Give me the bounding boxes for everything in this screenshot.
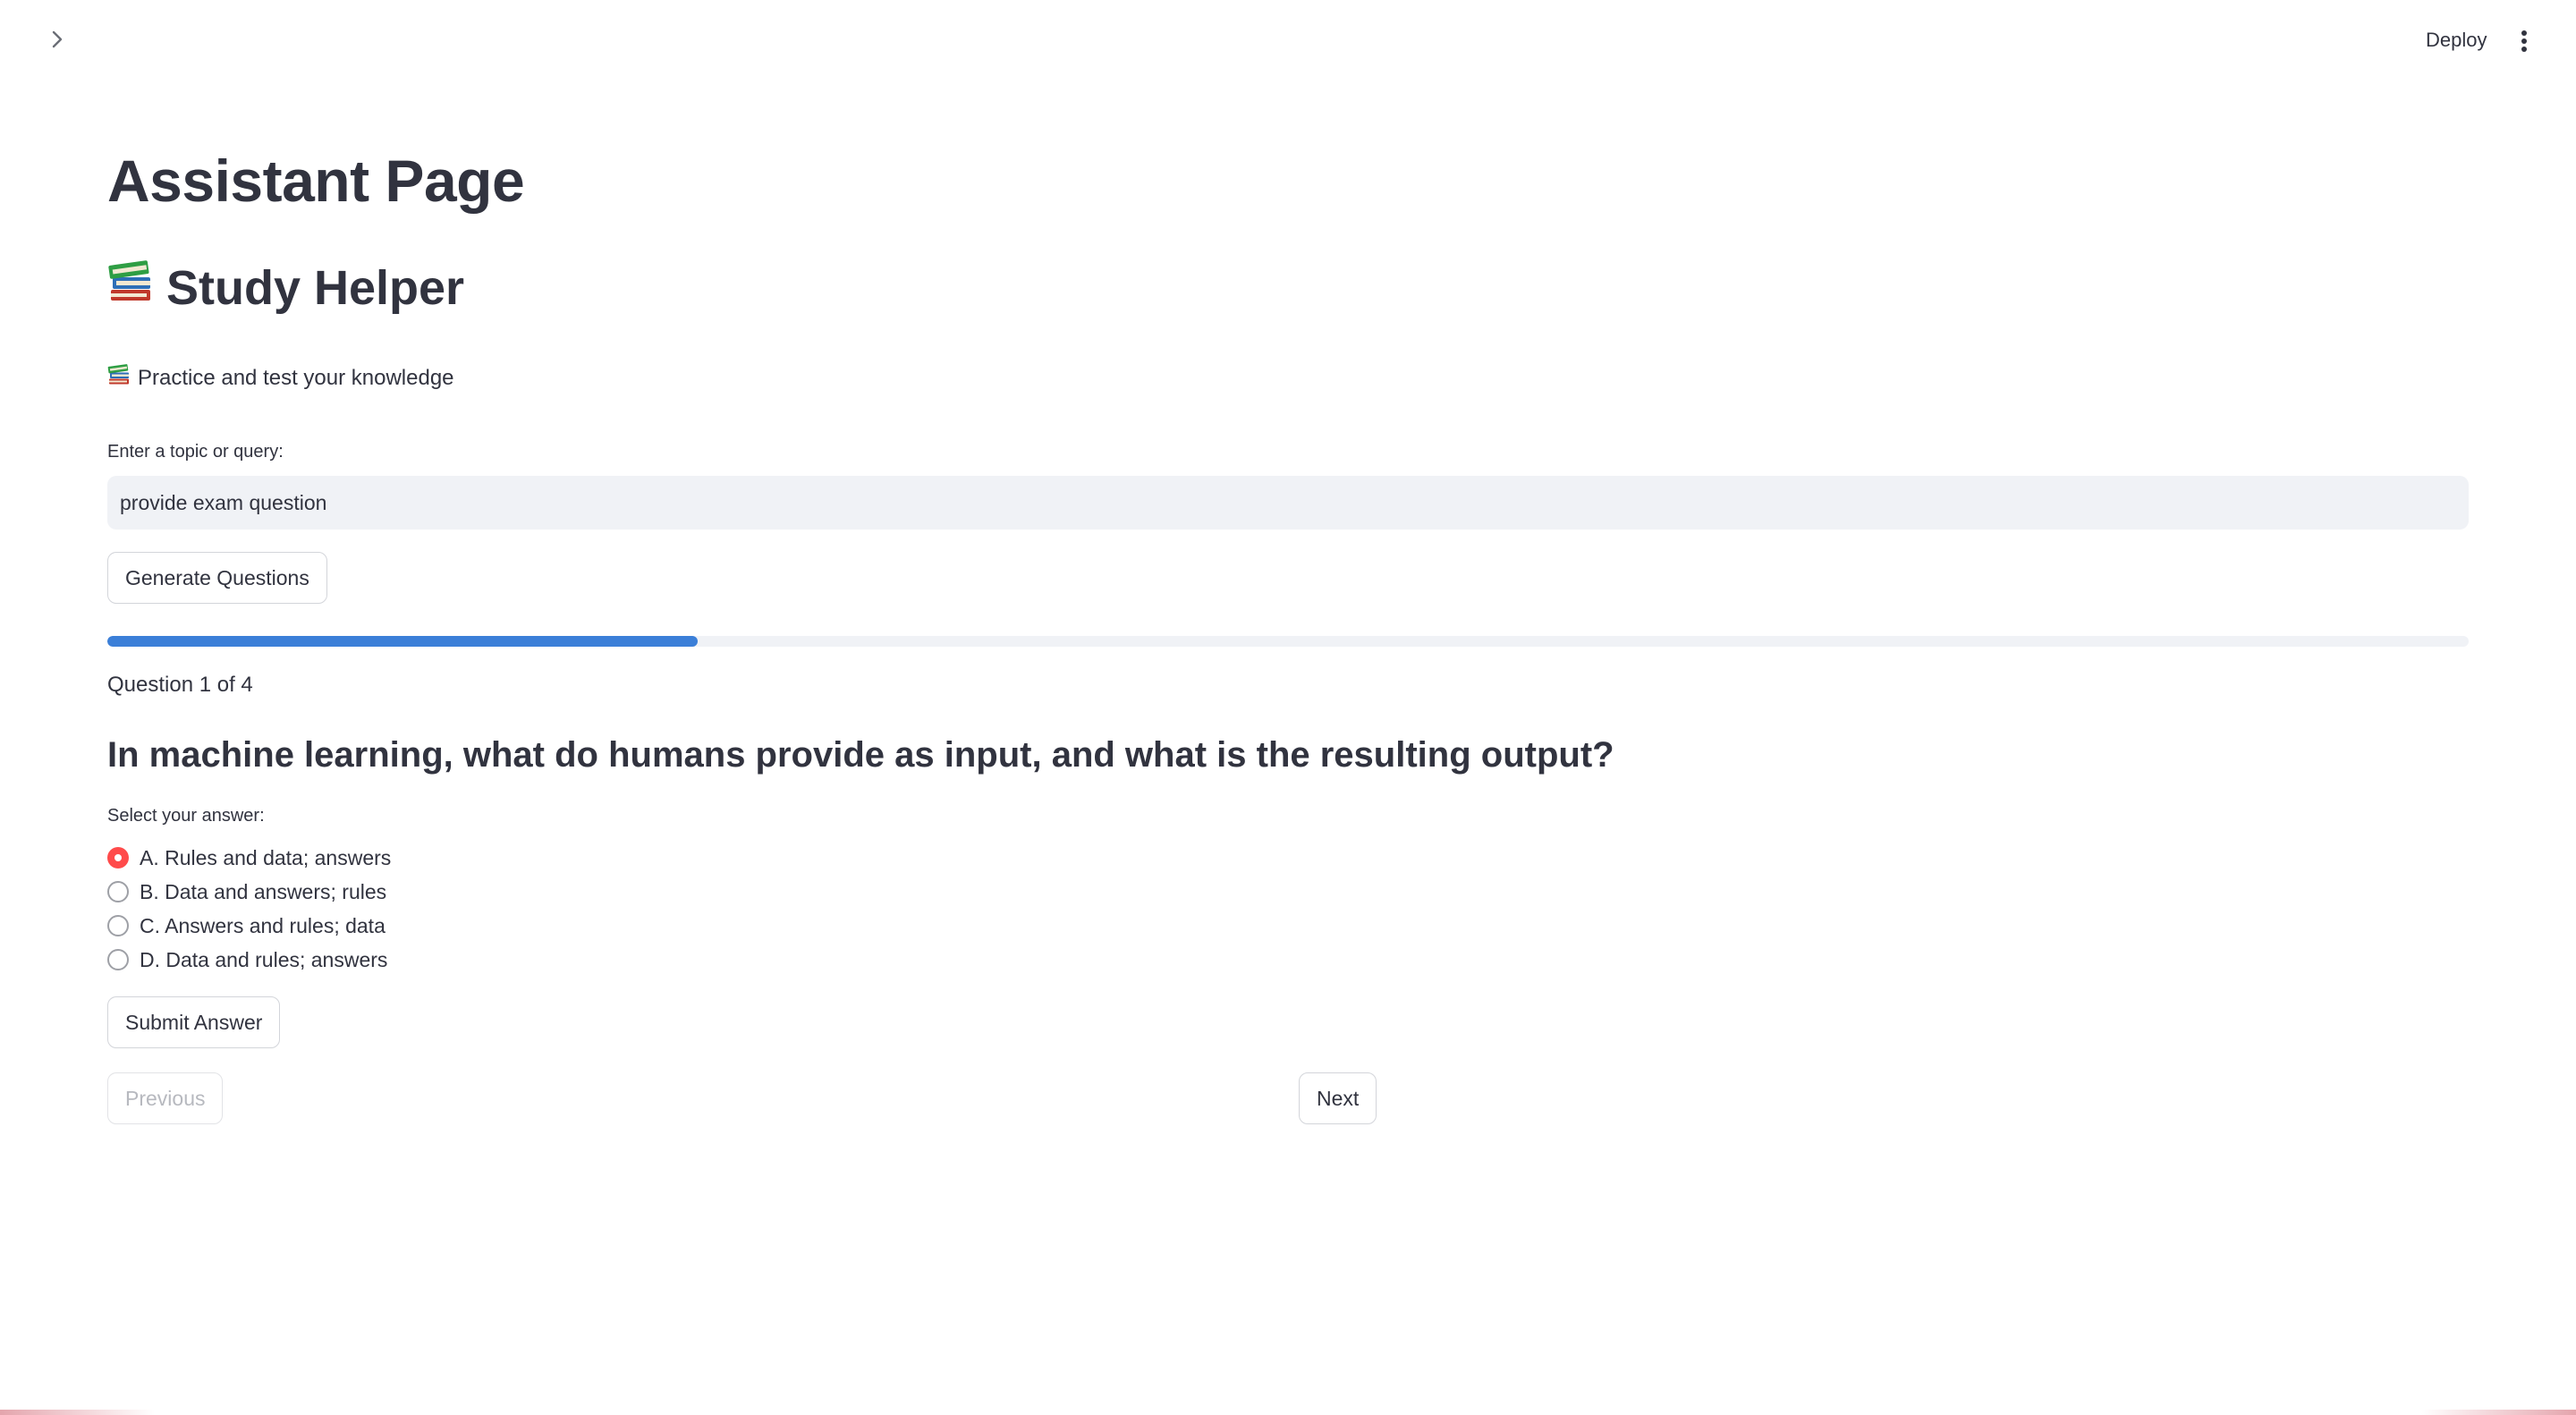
- kebab-menu-icon[interactable]: [2508, 21, 2540, 61]
- query-label: Enter a topic or query:: [107, 442, 284, 462]
- books-icon: [107, 363, 131, 393]
- progress-bar: [107, 636, 2469, 647]
- answer-option-label: B. Data and answers; rules: [140, 879, 387, 903]
- tagline-text: Practice and test your knowledge: [138, 365, 454, 390]
- books-icon: [107, 259, 154, 316]
- previous-button[interactable]: Previous: [107, 1072, 224, 1124]
- answer-option-d[interactable]: D. Data and rules; answers: [107, 943, 391, 977]
- question-text: In machine learning, what do humans prov…: [107, 735, 1614, 775]
- answer-option-a[interactable]: A. Rules and data; answers: [107, 841, 391, 875]
- query-input[interactable]: [107, 476, 2469, 530]
- chevron-right-icon[interactable]: [41, 23, 73, 55]
- question-counter: Question 1 of 4: [107, 673, 253, 697]
- radio-button[interactable]: [107, 949, 129, 970]
- window-bottom-edge: [0, 1410, 2576, 1415]
- tagline: Practice and test your knowledge: [107, 363, 454, 393]
- answer-option-label: C. Answers and rules; data: [140, 913, 386, 937]
- next-button[interactable]: Next: [1299, 1072, 1377, 1124]
- answer-option-b[interactable]: B. Data and answers; rules: [107, 875, 391, 909]
- app-root: Deploy Assistant Page Study Helper Pract…: [0, 0, 2576, 1415]
- progress-fill: [107, 636, 698, 647]
- answer-prompt: Select your answer:: [107, 806, 265, 826]
- section-title: Study Helper: [107, 259, 464, 316]
- answer-option-c[interactable]: C. Answers and rules; data: [107, 909, 391, 943]
- section-title-text: Study Helper: [166, 260, 465, 315]
- deploy-button[interactable]: Deploy: [2415, 20, 2497, 61]
- answer-option-label: D. Data and rules; answers: [140, 947, 388, 971]
- radio-button[interactable]: [107, 847, 129, 868]
- answer-option-label: A. Rules and data; answers: [140, 845, 392, 869]
- radio-button[interactable]: [107, 915, 129, 936]
- submit-answer-button[interactable]: Submit Answer: [107, 996, 281, 1048]
- generate-questions-button[interactable]: Generate Questions: [107, 552, 327, 604]
- answer-radio-group: A. Rules and data; answers B. Data and a…: [107, 841, 391, 977]
- page-title: Assistant Page: [107, 148, 525, 214]
- radio-button[interactable]: [107, 881, 129, 902]
